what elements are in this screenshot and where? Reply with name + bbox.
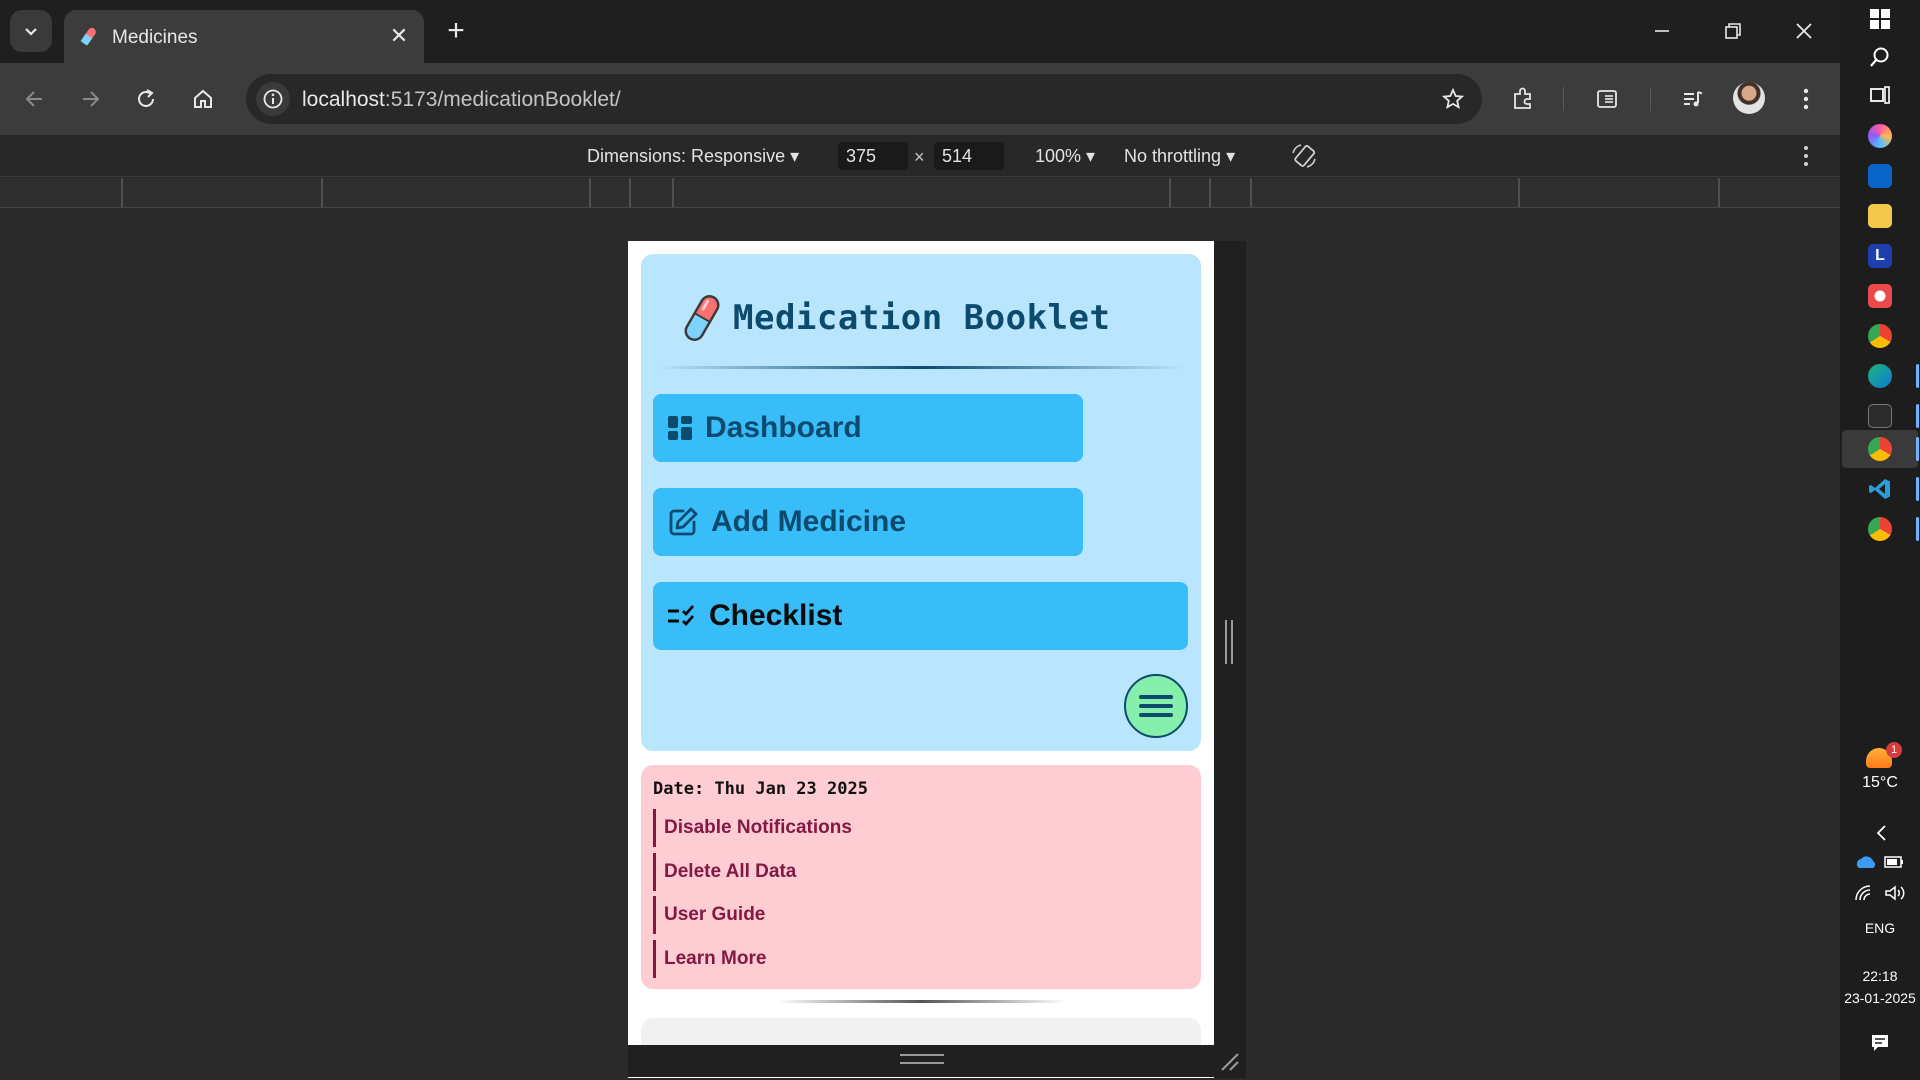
corner-resize-icon[interactable] xyxy=(1218,1050,1240,1072)
weather-badge: 1 xyxy=(1886,742,1902,758)
learn-more-link[interactable]: Learn More xyxy=(653,940,766,978)
add-medicine-button[interactable]: Add Medicine xyxy=(653,488,1083,556)
width-input[interactable]: 375 xyxy=(838,142,908,170)
file-explorer-icon[interactable] xyxy=(1868,204,1892,228)
user-guide-link[interactable]: User Guide xyxy=(653,896,765,934)
wifi-icon[interactable] xyxy=(1854,884,1876,902)
tab-bar: Medicines ✕ + xyxy=(0,0,1840,63)
reading-list-icon[interactable] xyxy=(1588,80,1626,118)
back-icon[interactable] xyxy=(16,80,54,118)
tab-search-button[interactable] xyxy=(10,10,52,52)
media-control-icon[interactable] xyxy=(1674,80,1712,118)
browser-toolbar: localhost:5173/medicationBooklet/ xyxy=(0,63,1840,135)
checklist-button[interactable]: Checklist xyxy=(653,582,1188,650)
title-divider xyxy=(657,366,1185,369)
bookmark-star-icon[interactable] xyxy=(1438,84,1468,114)
app-title: Medication Booklet xyxy=(733,298,1111,338)
task-view-icon[interactable] xyxy=(1869,84,1891,106)
l-app-icon[interactable]: L xyxy=(1868,244,1892,268)
menu-toggle-button[interactable] xyxy=(1124,674,1188,738)
chrome-dev-icon[interactable] xyxy=(1868,437,1892,461)
forward-icon[interactable] xyxy=(71,80,109,118)
reload-icon[interactable] xyxy=(127,80,165,118)
delete-all-data-link[interactable]: Delete All Data xyxy=(653,853,796,891)
home-icon[interactable] xyxy=(184,80,222,118)
windows-start-icon[interactable] xyxy=(1869,8,1891,30)
device-viewport: Medication Booklet Dashboard Add Medicin… xyxy=(628,241,1214,1078)
right-resize-handle[interactable] xyxy=(1225,620,1233,664)
pill-favicon-icon xyxy=(80,27,96,46)
device-more-icon[interactable] xyxy=(1803,145,1809,167)
checklist-label: Checklist xyxy=(709,599,843,632)
dashboard-icon xyxy=(668,416,692,440)
extensions-icon[interactable] xyxy=(1504,80,1542,118)
restore-icon[interactable] xyxy=(1713,12,1753,50)
checklist-icon xyxy=(668,605,695,627)
chevron-down-icon xyxy=(25,28,37,36)
tab-medicines[interactable]: Medicines ✕ xyxy=(64,10,424,63)
onedrive-icon[interactable] xyxy=(1854,854,1878,870)
address-bar[interactable]: localhost:5173/medicationBooklet/ xyxy=(246,74,1482,124)
chrome-icon[interactable] xyxy=(1868,324,1892,348)
notifications-icon[interactable] xyxy=(1869,1032,1891,1054)
new-tab-icon[interactable]: + xyxy=(440,14,472,47)
rotate-icon[interactable] xyxy=(1289,141,1319,171)
edge-icon[interactable] xyxy=(1868,364,1892,388)
clock-time[interactable]: 22:18 xyxy=(1840,968,1920,984)
temperature: 15°C xyxy=(1862,774,1898,791)
kebab-menu-icon[interactable] xyxy=(1787,80,1825,118)
tab-close-icon[interactable]: ✕ xyxy=(384,21,414,51)
zoom-dropdown[interactable]: 100% ▾ xyxy=(1035,146,1095,167)
site-info-icon[interactable] xyxy=(256,82,290,116)
clock-date[interactable]: 23-01-2025 xyxy=(1840,990,1920,1006)
outlook-icon[interactable] xyxy=(1868,164,1892,188)
url-text[interactable]: localhost:5173/medicationBooklet/ xyxy=(302,88,621,112)
pill-icon xyxy=(684,295,720,341)
bottom-resize-handle[interactable] xyxy=(900,1054,944,1064)
profile-avatar[interactable] xyxy=(1733,82,1765,114)
battery-icon[interactable] xyxy=(1884,854,1906,870)
chevron-left-icon[interactable] xyxy=(1874,823,1888,843)
tab-title: Medicines xyxy=(112,27,198,48)
navigation-card: Medication Booklet Dashboard Add Medicin… xyxy=(641,254,1201,751)
section-divider xyxy=(776,1000,1066,1003)
chrome-profile-icon[interactable] xyxy=(1868,517,1892,541)
dimensions-dropdown[interactable]: Dimensions: Responsive ▾ xyxy=(587,146,799,167)
app-icon[interactable] xyxy=(1868,284,1892,308)
volume-icon[interactable] xyxy=(1884,884,1906,902)
height-input[interactable]: 514 xyxy=(934,142,1004,170)
dashboard-label: Dashboard xyxy=(705,411,862,444)
minimize-icon[interactable] xyxy=(1642,12,1682,50)
dimension-separator: × xyxy=(914,147,925,167)
disable-notifications-link[interactable]: Disable Notifications xyxy=(653,809,852,847)
language-indicator[interactable]: ENG xyxy=(1840,920,1920,936)
media-query-ruler[interactable] xyxy=(0,178,1840,208)
copilot-icon[interactable] xyxy=(1868,124,1892,148)
app-brand: Medication Booklet xyxy=(679,290,1110,346)
close-window-icon[interactable] xyxy=(1784,12,1824,50)
terminal-icon[interactable] xyxy=(1868,404,1892,428)
hamburger-icon xyxy=(1139,695,1173,717)
dashboard-button[interactable]: Dashboard xyxy=(653,394,1083,462)
throttling-dropdown[interactable]: No throttling ▾ xyxy=(1124,146,1235,167)
edit-icon xyxy=(669,507,698,536)
vscode-icon[interactable] xyxy=(1868,477,1892,501)
settings-card: Date: Thu Jan 23 2025 Disable Notificati… xyxy=(641,765,1201,989)
windows-taskbar: L 1 15°C ENG 22:18 23-01-2025 xyxy=(1840,0,1920,1080)
device-toolbar: Dimensions: Responsive ▾ 375 × 514 100% … xyxy=(0,135,1840,177)
current-date: Date: Thu Jan 23 2025 xyxy=(653,779,868,799)
add-medicine-label: Add Medicine xyxy=(711,505,907,538)
search-icon[interactable] xyxy=(1869,46,1891,68)
